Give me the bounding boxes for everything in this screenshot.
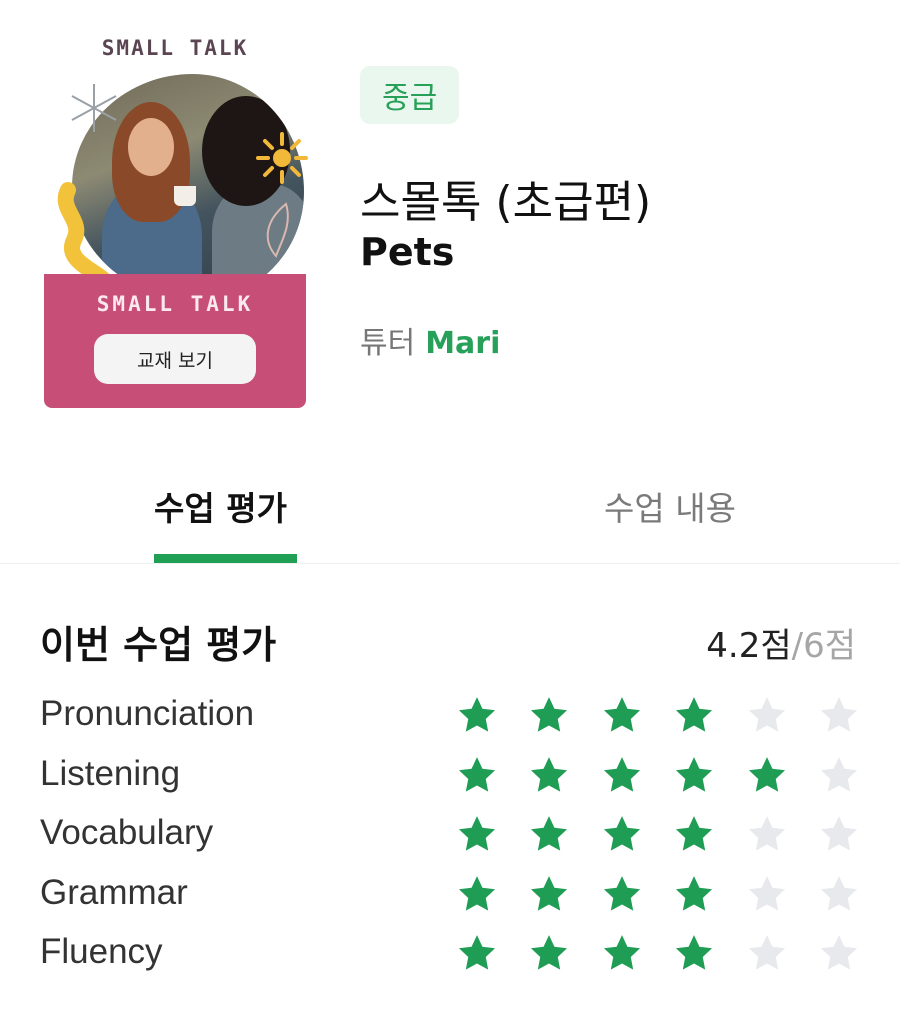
star-filled-icon: [528, 754, 570, 796]
star-rating: [456, 694, 860, 738]
score-value: 4.2점: [706, 626, 792, 666]
star-empty-icon: [746, 813, 788, 855]
star-empty-icon: [818, 932, 860, 974]
flower-doodle-icon: [71, 84, 117, 132]
rating-label: Grammar: [40, 872, 188, 912]
star-empty-icon: [818, 873, 860, 915]
star-filled-icon: [601, 932, 643, 974]
star-filled-icon: [528, 873, 570, 915]
star-rating: [456, 873, 860, 917]
tutor-label: 튜터: [360, 326, 416, 361]
star-empty-icon: [818, 813, 860, 855]
overall-score: 4.2점/6점: [706, 618, 856, 667]
star-empty-icon: [746, 932, 788, 974]
star-empty-icon: [818, 694, 860, 736]
cover-title: SMALL TALK: [101, 36, 249, 60]
tutor-info: 튜터 Mari: [360, 318, 500, 362]
tab-lesson-rating[interactable]: 수업 평가: [154, 482, 287, 530]
rating-criteria-list: Pronunciation Listening Vocabulary Grammar F…: [40, 688, 860, 986]
cover-band-title: SMALL TALK: [96, 292, 254, 316]
tab-lesson-content[interactable]: 수업 내용: [604, 482, 736, 530]
rating-row-fluency: Fluency: [40, 926, 860, 986]
cover-band: SMALL TALK 교재 보기: [44, 274, 306, 408]
sun-doodle-icon: [256, 132, 308, 184]
active-tab-indicator: [154, 554, 297, 563]
star-empty-icon: [746, 873, 788, 915]
level-badge: 중급: [360, 66, 460, 124]
star-filled-icon: [673, 873, 715, 915]
star-rating: [456, 932, 860, 976]
star-filled-icon: [673, 813, 715, 855]
star-filled-icon: [673, 694, 715, 736]
rating-row-grammar: Grammar: [40, 867, 860, 927]
course-subtitle: Pets: [360, 230, 455, 274]
star-filled-icon: [601, 754, 643, 796]
star-filled-icon: [601, 694, 643, 736]
star-filled-icon: [528, 694, 570, 736]
textbook-cover[interactable]: SMALL TALK SMALL TALK 교재 보기: [44, 30, 308, 408]
star-filled-icon: [528, 932, 570, 974]
rating-label: Fluency: [40, 932, 163, 971]
star-filled-icon: [601, 813, 643, 855]
star-filled-icon: [601, 873, 643, 915]
star-filled-icon: [456, 813, 498, 855]
star-filled-icon: [528, 813, 570, 855]
star-filled-icon: [456, 694, 498, 736]
star-rating: [456, 754, 860, 798]
star-empty-icon: [818, 754, 860, 796]
star-filled-icon: [673, 932, 715, 974]
score-total: /6점: [791, 626, 856, 666]
rating-label: Pronunciation: [40, 694, 255, 733]
rating-row-vocabulary: Vocabulary: [40, 807, 860, 867]
course-title: 스몰톡 (초급편): [360, 177, 652, 228]
rating-section-title: 이번 수업 평가: [40, 623, 277, 667]
rating-label: Listening: [40, 753, 181, 793]
leaf-doodle-icon: [266, 202, 289, 258]
star-filled-icon: [456, 873, 498, 915]
star-rating: [456, 813, 860, 857]
star-filled-icon: [456, 932, 498, 974]
rating-row-pronunciation: Pronunciation: [40, 688, 860, 748]
tutor-name[interactable]: Mari: [425, 326, 500, 361]
star-filled-icon: [746, 754, 788, 796]
tab-bar: 수업 평가 수업 내용: [0, 470, 900, 564]
rating-row-listening: Listening: [40, 748, 860, 808]
rating-label: Vocabulary: [40, 813, 214, 852]
star-empty-icon: [746, 694, 788, 736]
star-filled-icon: [673, 754, 715, 796]
view-textbook-button[interactable]: 교재 보기: [94, 334, 256, 384]
star-filled-icon: [456, 754, 498, 796]
